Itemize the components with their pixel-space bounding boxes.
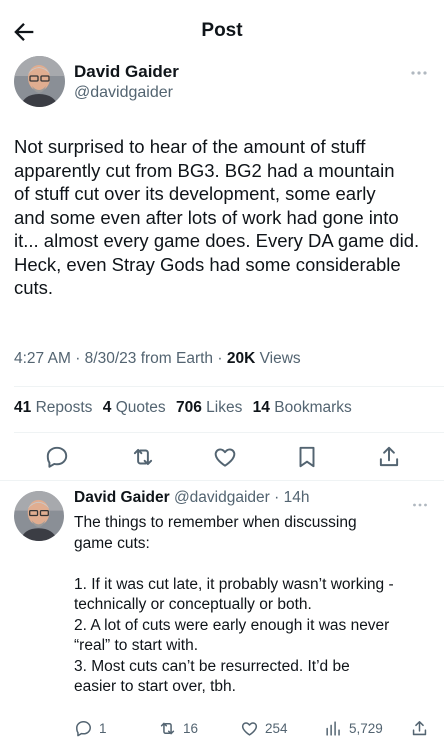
heart-icon	[214, 448, 236, 467]
reply-text-line: game cuts:	[74, 534, 150, 552]
repost-icon	[133, 448, 153, 466]
reply-actions: 1 16 254 5,729	[0, 717, 444, 741]
reply-views-button[interactable]: 5,729	[324, 719, 383, 738]
post-text-line: of stuff cut over its development, some …	[14, 183, 376, 204]
bookmarks-stat[interactable]: 14 Bookmarks	[253, 399, 352, 416]
top-bar: Post	[0, 0, 444, 60]
reply-repost-button[interactable]: 16	[158, 719, 198, 738]
reply-share-button[interactable]	[410, 719, 435, 738]
reply-text-line: easier to start over, tbh.	[74, 678, 236, 695]
reply-count: 1	[99, 721, 107, 736]
post-time[interactable]: 4:27 AM	[14, 350, 71, 367]
reply-button[interactable]	[44, 444, 70, 470]
author-name[interactable]: David Gaider	[74, 62, 179, 82]
comment-icon	[46, 446, 68, 468]
reply-text-line: technically or conceptually or both.	[74, 596, 312, 613]
post-text-line: Heck, even Stray Gods had some considera…	[14, 253, 401, 275]
post-text-line: apparently cut from BG3. BG2 had a mount…	[14, 159, 395, 181]
views-count: 20K	[226, 350, 256, 367]
reply-author-name[interactable]: David Gaider	[74, 489, 170, 506]
share-icon	[379, 446, 399, 467]
reply-header: David Gaider @davidgaider · 14h	[74, 489, 310, 506]
ellipsis-icon	[411, 71, 427, 75]
post-text-line: and some even after lots of work had gon…	[14, 206, 399, 228]
comment-icon	[76, 721, 91, 737]
reply-age[interactable]: 14h	[284, 489, 310, 506]
avatar[interactable]	[14, 491, 64, 541]
avatar[interactable]	[14, 56, 65, 107]
post-text-line: cuts.	[14, 277, 54, 298]
ellipsis-icon	[413, 503, 427, 507]
reply-reply-button[interactable]: 1	[74, 719, 107, 738]
likes-stat[interactable]: 706 Likes	[176, 399, 242, 416]
post-text-line: Not surprised to hear of the amount of s…	[14, 136, 366, 157]
reply-text-line: The things to remember when discussing	[74, 514, 357, 531]
reply-like-button[interactable]: 254	[240, 719, 288, 738]
reply-text-spacer	[74, 554, 440, 575]
divider	[14, 386, 444, 387]
repost-count: 16	[183, 721, 199, 736]
reply-text-line: 1. If it was cut late, it probably wasn’…	[74, 575, 394, 593]
quotes-stat[interactable]: 4 Quotes	[103, 399, 166, 416]
repost-icon	[160, 722, 175, 735]
repost-button[interactable]	[130, 444, 156, 470]
like-button[interactable]	[212, 444, 238, 470]
bookmark-button[interactable]	[294, 444, 320, 470]
reply-text-line: 3. Most cuts can’t be resurrected. It’d …	[74, 657, 350, 675]
page-title: Post	[201, 20, 243, 41]
post-date[interactable]: 8/30/23	[85, 350, 137, 367]
post-author: David Gaider @davidgaider	[14, 56, 434, 108]
author-handle[interactable]: @davidgaider	[74, 84, 173, 102]
reply-text-line: “real” to start with.	[74, 637, 199, 654]
post-text-line: it... almost every game does. Every DA g…	[14, 230, 420, 251]
divider	[0, 480, 444, 481]
reply-author-handle[interactable]: @davidgaider	[174, 489, 270, 506]
views-label: Views	[259, 350, 301, 367]
post-meta: 4:27 AM · 8/30/23 from Earth · 20K Views	[14, 350, 301, 367]
post-stats: 41 Reposts 4 Quotes 706 Likes 14 Bookmar…	[14, 399, 358, 417]
post-text: Not surprised to hear of the amount of s…	[14, 135, 436, 300]
share-button[interactable]	[376, 444, 402, 470]
more-button[interactable]	[410, 64, 428, 75]
bar-chart-icon	[326, 721, 340, 736]
share-icon	[412, 721, 427, 736]
views-count: 5,729	[349, 721, 383, 736]
like-count: 254	[265, 721, 288, 736]
heart-icon	[241, 722, 258, 736]
reply-more-button[interactable]	[412, 495, 428, 507]
post-actions	[0, 438, 444, 478]
reply-post[interactable]: David Gaider @davidgaider · 14h The thin…	[0, 485, 444, 750]
reply-text-line: 2. A lot of cuts were early enough it wa…	[74, 616, 390, 634]
divider	[14, 432, 444, 433]
reply-text: The things to remember when discussing g…	[74, 513, 440, 698]
bookmark-icon	[299, 446, 315, 468]
reposts-stat[interactable]: 41 Reposts	[14, 399, 92, 416]
post-source: from Earth	[140, 350, 214, 367]
